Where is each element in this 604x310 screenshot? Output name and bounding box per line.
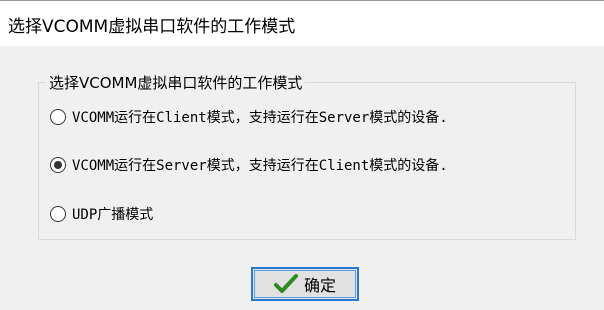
radio-label-client[interactable]: VCOMM运行在Client模式，支持运行在Server模式的设备. xyxy=(72,107,448,127)
radio-button-udp[interactable] xyxy=(50,206,66,222)
mode-select-dialog: 选择VCOMM虚拟串口软件的工作模式 选择VCOMM虚拟串口软件的工作模式 VC… xyxy=(0,0,604,310)
ok-button-label: 确定 xyxy=(303,276,336,295)
title-bar: 选择VCOMM虚拟串口软件的工作模式 xyxy=(0,1,604,46)
radio-button-server[interactable] xyxy=(50,157,66,173)
radio-client-mode[interactable]: VCOMM运行在Client模式，支持运行在Server模式的设备. xyxy=(50,107,448,127)
ok-button[interactable]: 确定 xyxy=(251,267,359,301)
radio-button-client[interactable] xyxy=(50,109,66,125)
radio-server-mode[interactable]: VCOMM运行在Server模式，支持运行在Client模式的设备. xyxy=(50,155,448,175)
radio-udp-broadcast[interactable]: UDP广播模式 xyxy=(50,204,153,224)
check-icon xyxy=(273,274,298,293)
radio-label-udp[interactable]: UDP广播模式 xyxy=(72,204,153,224)
groupbox-legend: 选择VCOMM虚拟串口软件的工作模式 xyxy=(46,72,306,93)
radio-label-server[interactable]: VCOMM运行在Server模式，支持运行在Client模式的设备. xyxy=(72,155,448,175)
window-title: 选择VCOMM虚拟串口软件的工作模式 xyxy=(8,17,296,37)
